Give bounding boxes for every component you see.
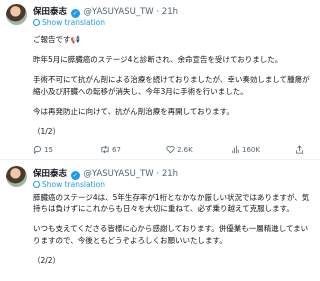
author-name[interactable]: 保田泰志: [33, 169, 67, 179]
reply-button[interactable]: 15: [33, 145, 53, 155]
timestamp[interactable]: 21h: [162, 169, 178, 179]
tweet-1[interactable]: 保田泰志 ✓ @YASUYASU_TW · 21h Show translati…: [0, 0, 320, 159]
verified-badge-icon: ✓: [70, 171, 80, 180]
tweet-text: 膵臓癌のステージ4は、5年生存率が1桁となかなか厳しい状況ではありますが、気持ち…: [33, 192, 315, 266]
like-button[interactable]: 2.6K: [166, 145, 193, 154]
separator-dot: ·: [156, 169, 160, 179]
tweet-paragraph: （1/2）: [33, 127, 61, 137]
tweet-paragraph: 今は再発防止に向けて、抗がん剤治療を再開しております。: [33, 106, 234, 116]
share-icon: [295, 145, 304, 154]
show-translation-link[interactable]: Show translation: [33, 18, 105, 27]
timestamp[interactable]: 21h: [162, 7, 178, 17]
tweet-header: 保田泰志 ✓ @YASUYASU_TW · 21h: [33, 167, 178, 180]
separator-dot: ·: [156, 7, 160, 17]
share-button[interactable]: [295, 145, 306, 154]
tweet-paragraph: 昨年5月に膵臓癌のステージ4と診断され、余命宣告を受けておりました。: [33, 55, 283, 65]
tweet-paragraph: 膵臓癌のステージ4は、5年生存率が1桁となかなか厳しい状況ではありますが、気持ち…: [33, 193, 310, 214]
repost-count: 67: [112, 146, 121, 154]
tweet-paragraph: ご報告です📢: [33, 35, 80, 44]
tweet-text: ご報告です📢 昨年5月に膵臓癌のステージ4と診断され、余命宣告を受けておりました…: [33, 34, 315, 137]
avatar[interactable]: [6, 4, 27, 25]
author-name[interactable]: 保田泰志: [33, 7, 67, 17]
tweet-header: 保田泰志 ✓ @YASUYASU_TW · 21h: [33, 5, 178, 18]
globe-icon: [33, 19, 40, 26]
globe-icon: [33, 181, 40, 188]
tweet-actions: 15 67 2.6K 160K: [33, 145, 313, 155]
heart-icon: [166, 145, 175, 154]
show-translation-label: Show translation: [42, 18, 105, 27]
show-translation-label: Show translation: [42, 180, 105, 189]
like-count: 2.6K: [177, 146, 193, 154]
verified-badge-icon: ✓: [70, 9, 80, 18]
author-handle[interactable]: @YASUYASU_TW: [83, 7, 153, 17]
show-translation-link[interactable]: Show translation: [33, 180, 105, 189]
author-handle[interactable]: @YASUYASU_TW: [83, 169, 153, 179]
repost-icon: [101, 145, 109, 154]
avatar[interactable]: [6, 166, 27, 187]
views-button[interactable]: 160K: [231, 145, 260, 154]
tweet-paragraph: いつも支えてくださる皆様に心から感謝しております。併優業も一層精進してまいります…: [33, 224, 309, 245]
repost-button[interactable]: 67: [100, 145, 121, 154]
tweet-paragraph: 手術不可にて抗がん剤による治療を続けておりましたが、幸い奏効しまして腫瘍が縮小及…: [33, 75, 310, 96]
reply-count: 15: [44, 146, 53, 154]
tweet-paragraph: （2/2）: [33, 255, 61, 265]
reply-icon: [33, 145, 42, 155]
views-count: 160K: [242, 146, 260, 154]
tweet-2[interactable]: 保田泰志 ✓ @YASUYASU_TW · 21h Show translati…: [0, 159, 320, 281]
views-chart-icon: [232, 145, 239, 154]
